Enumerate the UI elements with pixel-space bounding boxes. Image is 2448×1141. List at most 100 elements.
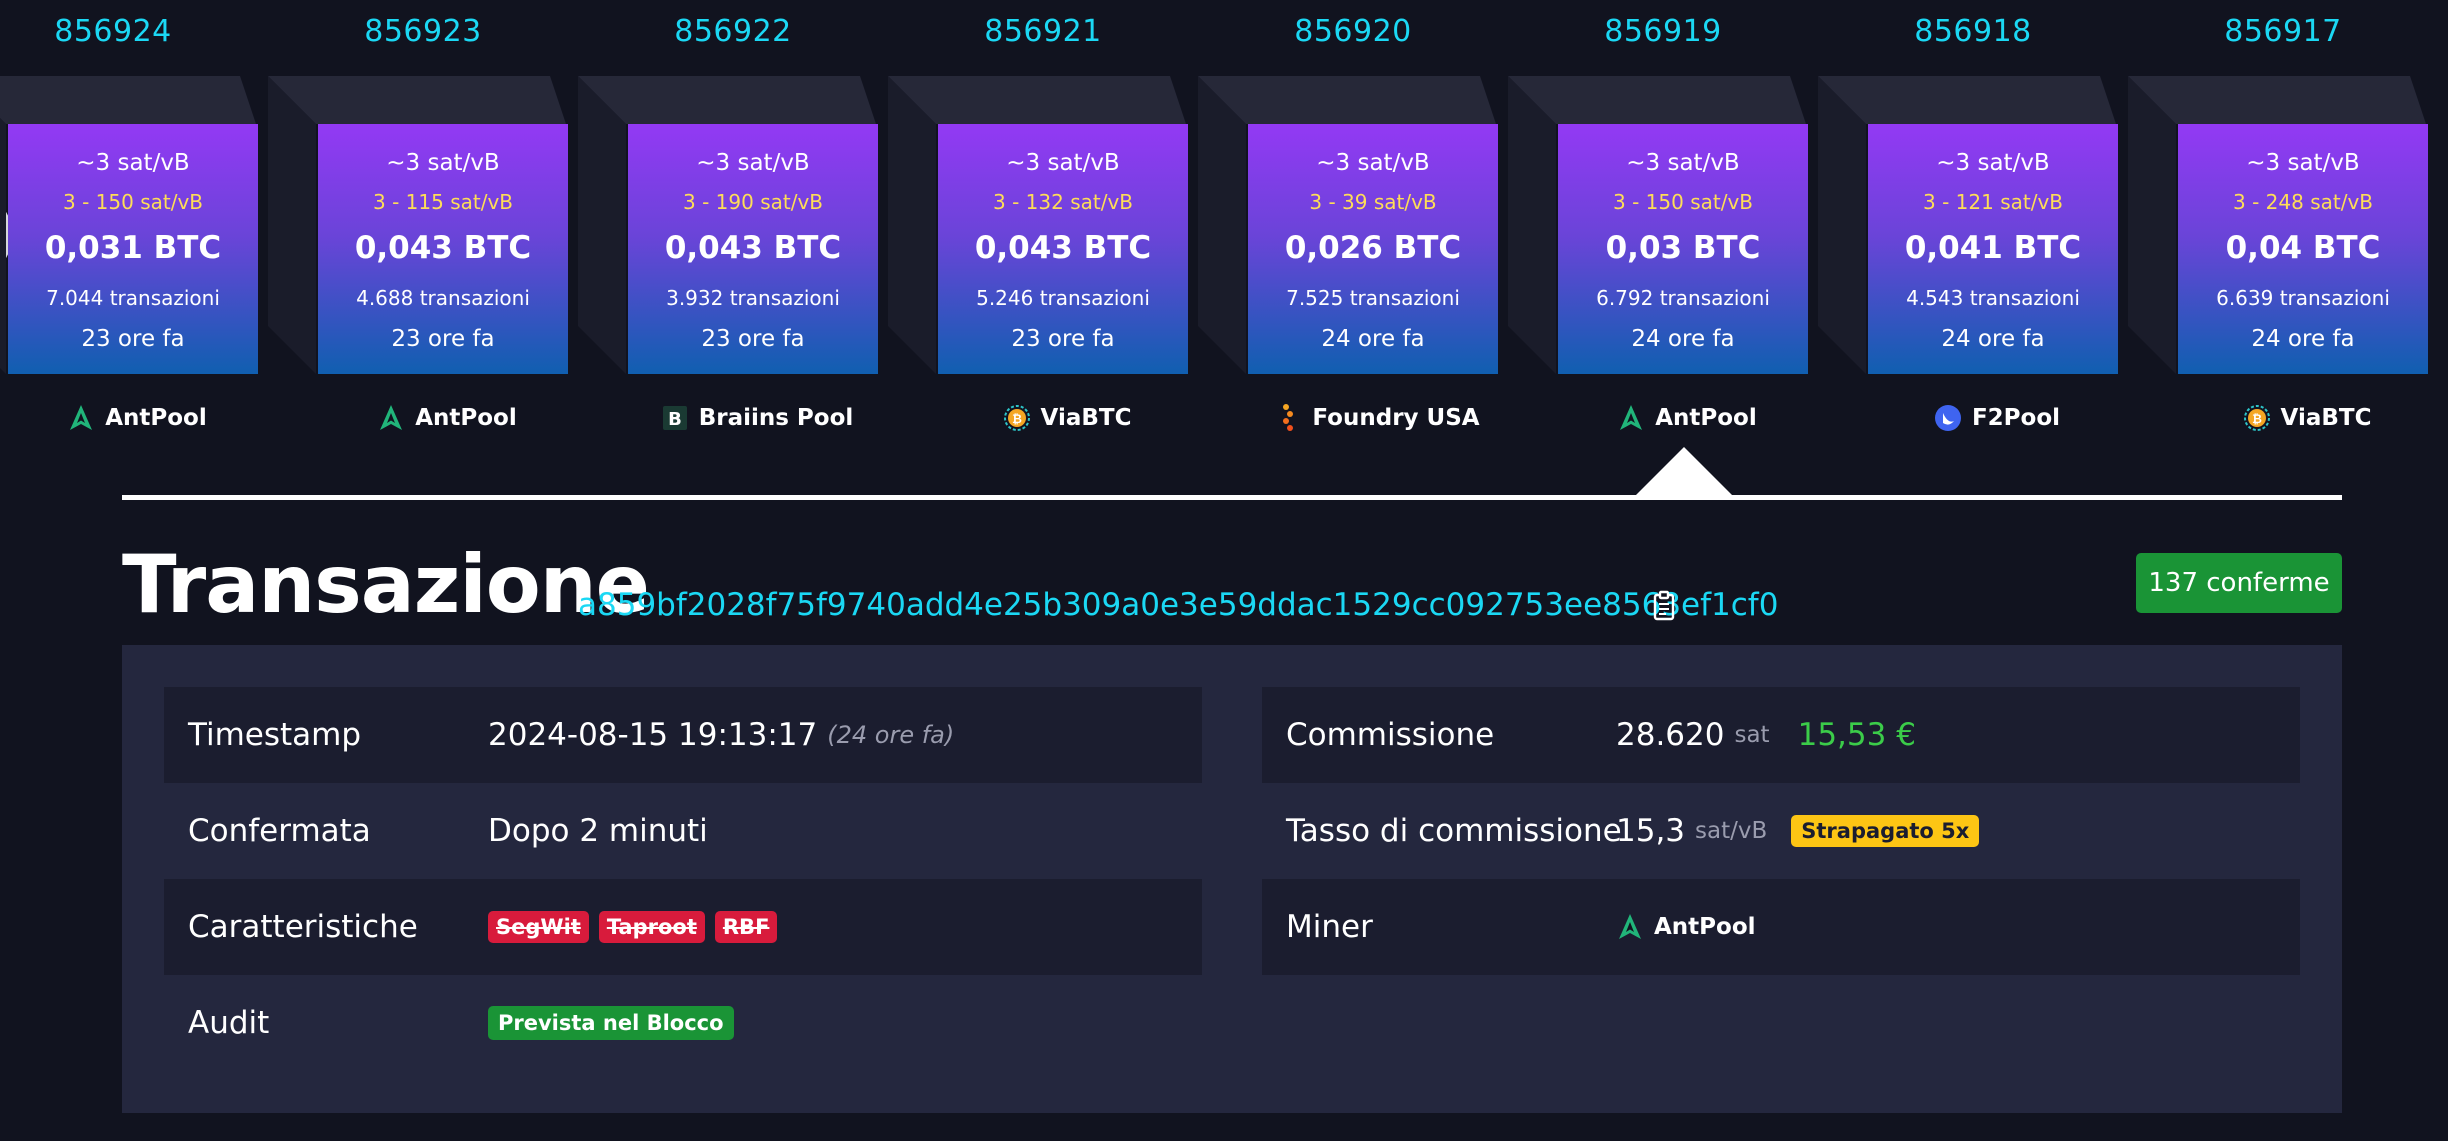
block-time-ago: 23 ore fa — [701, 326, 805, 352]
block-fee-span: 3 - 132 sat/vB — [993, 190, 1133, 214]
block-856918[interactable]: 856918 ~3 sat/vB 3 - 121 sat/vB 0,041 BTC 4.… — [1818, 0, 2128, 440]
timestamp-label: Timestamp — [188, 717, 362, 753]
block-pool[interactable]: AntPool — [1508, 400, 1818, 436]
block-cube-face[interactable]: ~3 sat/vB 3 - 190 sat/vB 0,043 BTC 3.932 tr… — [628, 124, 878, 374]
block-856924[interactable]: 856924 ~3 sat/vB 3 - 150 sat/vB 0,031 BTC 7.… — [0, 0, 268, 440]
block-tx-count: 3.932 transazioni — [666, 286, 840, 310]
block-pool[interactable]: ₿ ViaBTC — [2128, 400, 2438, 436]
block-pool[interactable]: Foundry USA — [1198, 400, 1508, 436]
block-pool-name: ViaBTC — [1040, 405, 1132, 431]
fee-fiat: 15,53 € — [1797, 717, 1916, 753]
block-fee-span: 3 - 190 sat/vB — [683, 190, 823, 214]
block-median-fee: ~3 sat/vB — [386, 150, 500, 176]
miner-value-group[interactable]: AntPool — [1616, 913, 1756, 941]
block-856920[interactable]: 856920 ~3 sat/vB 3 - 39 sat/vB 0,026 BTC 7.5… — [1198, 0, 1508, 440]
feature-tag-segwit[interactable]: SegWit — [488, 911, 589, 943]
confirmations-badge: 137 conferme — [2136, 553, 2342, 613]
block-height-link[interactable]: 856919 — [1508, 14, 1818, 49]
block-cube-top — [1508, 76, 1806, 124]
block-cube-top — [2128, 76, 2426, 124]
block-cube-side — [888, 76, 936, 374]
timestamp-value-group: 2024-08-15 19:13:17 (24 ore fa) — [488, 717, 954, 753]
block-median-fee: ~3 sat/vB — [1626, 150, 1740, 176]
block-pool[interactable]: AntPool — [0, 400, 268, 436]
block-size: 0,041 BTC — [1904, 230, 2082, 266]
timestamp-row: Timestamp 2024-08-15 19:13:17 (24 ore fa… — [164, 687, 1202, 783]
fee-label: Commissione — [1286, 717, 1495, 753]
block-time-ago: 23 ore fa — [391, 326, 495, 352]
confirmed-row: Confermata Dopo 2 minuti — [164, 783, 1202, 879]
block-tx-count: 4.543 transazioni — [1906, 286, 2080, 310]
block-cube-top — [0, 76, 256, 124]
foundry-icon — [1274, 404, 1302, 432]
block-cube-side — [1508, 76, 1556, 374]
block-856921[interactable]: 856921 ~3 sat/vB 3 - 132 sat/vB 0,043 BTC 5.… — [888, 0, 1198, 440]
feature-tag-taproot[interactable]: Taproot — [598, 911, 705, 943]
blockchain-strip[interactable]: 856924 ~3 sat/vB 3 - 150 sat/vB 0,031 BTC 7.… — [0, 0, 2448, 440]
feature-tag-rbf[interactable]: RBF — [714, 911, 778, 943]
block-cube-face[interactable]: ~3 sat/vB 3 - 132 sat/vB 0,043 BTC 5.246 tr… — [938, 124, 1188, 374]
block-median-fee: ~3 sat/vB — [1316, 150, 1430, 176]
block-height-link[interactable]: 856924 — [0, 14, 268, 49]
block-pool-name: Braiins Pool — [698, 405, 854, 431]
block-size: 0,043 BTC — [664, 230, 842, 266]
antpool-icon — [1617, 404, 1645, 432]
timestamp-value: 2024-08-15 19:13:17 — [488, 717, 818, 753]
block-cube-top — [1198, 76, 1496, 124]
block-856919[interactable]: 856919 ~3 sat/vB 3 - 150 sat/vB 0,03 BTC 6.7… — [1508, 0, 1818, 440]
transaction-details: Timestamp 2024-08-15 19:13:17 (24 ore fa… — [122, 645, 2342, 1113]
selected-block-arrow — [1634, 447, 1734, 497]
block-cube-face[interactable]: ~3 sat/vB 3 - 150 sat/vB 0,03 BTC 6.792 tra… — [1558, 124, 1808, 374]
block-pool-name: ViaBTC — [2280, 405, 2372, 431]
block-cube-face[interactable]: ~3 sat/vB 3 - 39 sat/vB 0,026 BTC 7.525 tra… — [1248, 124, 1498, 374]
block-height-link[interactable]: 856923 — [268, 14, 578, 49]
block-fee-span: 3 - 115 sat/vB — [373, 190, 513, 214]
block-cube-face[interactable]: ~3 sat/vB 3 - 115 sat/vB 0,043 BTC 4.688 tr… — [318, 124, 568, 374]
overpaid-badge[interactable]: Strapagato 5x — [1791, 815, 1980, 847]
block-median-fee: ~3 sat/vB — [2246, 150, 2360, 176]
block-pool[interactable]: B Braiins Pool — [578, 400, 888, 436]
block-pool-name: AntPool — [415, 405, 517, 431]
block-height-link[interactable]: 856922 — [578, 14, 888, 49]
braiins-icon: B — [661, 404, 689, 432]
block-size: 0,03 BTC — [1605, 230, 1761, 266]
miner-label: Miner — [1286, 909, 1373, 945]
block-size: 0,043 BTC — [974, 230, 1152, 266]
block-cube-side — [1198, 76, 1246, 374]
block-pool[interactable]: ₿ ViaBTC — [888, 400, 1198, 436]
block-height-link[interactable]: 856921 — [888, 14, 1198, 49]
block-size: 0,026 BTC — [1284, 230, 1462, 266]
block-median-fee: ~3 sat/vB — [696, 150, 810, 176]
block-cube-face[interactable]: ~3 sat/vB 3 - 248 sat/vB 0,04 BTC 6.639 tra… — [2178, 124, 2428, 374]
timestamp-relative: (24 ore fa) — [827, 721, 955, 749]
audit-label: Audit — [188, 1005, 270, 1041]
fee-unit: sat — [1734, 722, 1770, 748]
fee-rate-unit: sat/vB — [1695, 818, 1768, 844]
block-tx-count: 6.792 transazioni — [1596, 286, 1770, 310]
block-tx-count: 6.639 transazioni — [2216, 286, 2390, 310]
block-856917[interactable]: 856917 ~3 sat/vB 3 - 248 sat/vB 0,04 BTC 6.6… — [2128, 0, 2438, 440]
block-height-link[interactable]: 856920 — [1198, 14, 1508, 49]
block-cube-side — [2128, 76, 2176, 374]
block-pool[interactable]: AntPool — [268, 400, 578, 436]
copy-icon[interactable] — [1650, 590, 1678, 622]
fee-value-group: 28.620 sat 15,53 € — [1616, 717, 1916, 753]
block-856922[interactable]: 856922 ~3 sat/vB 3 - 190 sat/vB 0,043 BTC 3.… — [578, 0, 888, 440]
block-pool[interactable]: F2Pool — [1818, 400, 2128, 436]
audit-badge[interactable]: Prevista nel Blocco — [488, 1006, 734, 1040]
antpool-icon — [377, 404, 405, 432]
block-fee-span: 3 - 39 sat/vB — [1309, 190, 1437, 214]
block-856923[interactable]: 856923 ~3 sat/vB 3 - 115 sat/vB 0,043 BTC 4.… — [268, 0, 578, 440]
transaction-id-link[interactable]: a859bf2028f75f9740add4e25b309a0e3e59ddac… — [578, 583, 1778, 627]
block-cube-face[interactable]: ~3 sat/vB 3 - 150 sat/vB 0,031 BTC 7.044 tr… — [8, 124, 258, 374]
block-pool-name: F2Pool — [1971, 405, 2061, 431]
section-divider — [122, 495, 2342, 500]
block-cube-top — [888, 76, 1186, 124]
fee-rate-value: 15,3 — [1616, 813, 1686, 849]
block-height-link[interactable]: 856917 — [2128, 14, 2438, 49]
block-size: 0,043 BTC — [354, 230, 532, 266]
block-cube-face[interactable]: ~3 sat/vB 3 - 121 sat/vB 0,041 BTC 4.543 tr… — [1868, 124, 2118, 374]
svg-text:B: B — [668, 409, 682, 430]
block-height-link[interactable]: 856918 — [1818, 14, 2128, 49]
block-fee-span: 3 - 150 sat/vB — [63, 190, 203, 214]
